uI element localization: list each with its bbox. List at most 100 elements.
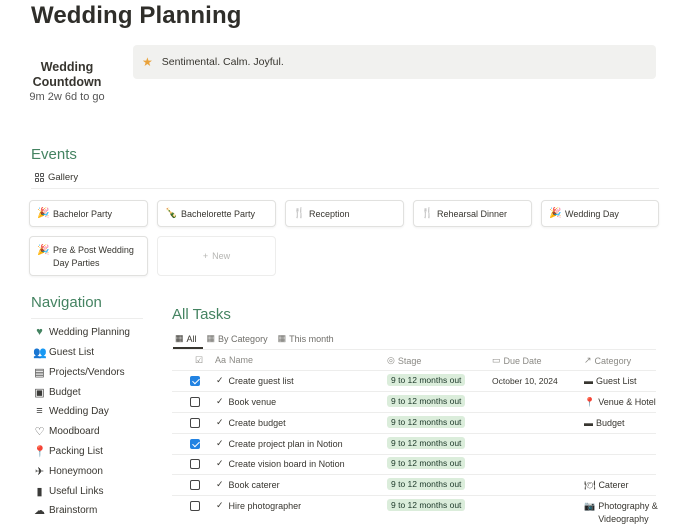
- cloud-icon: ☁: [34, 505, 45, 517]
- card-icon: ▬: [584, 376, 593, 386]
- plane-icon: ✈: [34, 466, 45, 478]
- nav-item-label: Moodboard: [49, 426, 100, 437]
- nav-item-brainstorm[interactable]: ☁ Brainstorm: [33, 504, 97, 517]
- nav-item-label: Honeymoon: [49, 466, 103, 477]
- stage-tag: 9 to 12 months out: [387, 499, 466, 511]
- stage-column-header[interactable]: ◎ Stage: [387, 355, 421, 366]
- event-card-bachelor-party[interactable]: 🎉 Bachelor Party: [29, 200, 148, 227]
- category-cell[interactable]: 📍 Venue & Hotel: [584, 396, 656, 409]
- event-card-rehearsal-dinner[interactable]: 🍴 Rehearsal Dinner: [413, 200, 532, 227]
- nav-item-label: Projects/Vendors: [49, 367, 125, 378]
- task-checkbox[interactable]: [190, 459, 200, 469]
- nav-item-useful-links[interactable]: ▮ Useful Links: [33, 485, 103, 498]
- tab-all[interactable]: ▦ All: [175, 333, 197, 344]
- stage-tag: 9 to 12 months out: [387, 374, 466, 386]
- category-cell[interactable]: ▬ Guest List: [584, 375, 637, 388]
- nav-item-packing-list[interactable]: 📍 Packing List: [33, 445, 103, 458]
- gallery-view-tab[interactable]: Gallery: [35, 172, 78, 183]
- checkbox-column-header[interactable]: ☑: [195, 355, 206, 366]
- category-column-header[interactable]: ↗ Category: [584, 355, 631, 366]
- checkmark-icon: ✓: [216, 500, 224, 510]
- tab-label: By Category: [218, 333, 268, 344]
- status-icon: ◎: [387, 355, 395, 365]
- event-card-label: Bachelorette Party: [181, 208, 256, 219]
- task-name[interactable]: ✓ Create project plan in Notion: [216, 438, 343, 449]
- page-title: Wedding Planning: [31, 2, 242, 29]
- event-card-wedding-day[interactable]: 🎉 Wedding Day: [541, 200, 659, 227]
- task-name-label: Create guest list: [228, 375, 294, 386]
- fork-knife-icon: 🍴: [421, 208, 434, 219]
- task-name-label: Book caterer: [228, 479, 280, 490]
- checkmark-icon: ✓: [216, 375, 224, 385]
- category-cell[interactable]: 📷 Photography & Videography: [584, 500, 660, 524]
- task-name[interactable]: ✓ Book caterer: [216, 479, 280, 490]
- table-icon: ▦: [206, 333, 216, 343]
- event-card-bachelorette-party[interactable]: 🍾 Bachelorette Party: [157, 200, 276, 227]
- gallery-icon: [35, 173, 44, 182]
- tab-this-month[interactable]: ▦ This month: [278, 333, 334, 344]
- row-divider: [172, 495, 656, 496]
- table-icon: ▦: [277, 333, 287, 343]
- document-icon: ▤: [34, 367, 45, 379]
- category-cell[interactable]: ▬ Budget: [584, 417, 625, 430]
- category-label: Photography & Videography: [598, 501, 658, 524]
- task-checkbox[interactable]: [190, 480, 200, 490]
- task-name[interactable]: ✓ Create budget: [216, 417, 286, 428]
- callout: ★ Sentimental. Calm. Joyful.: [133, 45, 656, 79]
- task-checkbox[interactable]: [190, 439, 200, 449]
- name-column-header[interactable]: Aa Name: [215, 355, 253, 365]
- task-checkbox[interactable]: [190, 397, 200, 407]
- row-divider: [172, 391, 656, 392]
- money-icon: ▣: [34, 387, 45, 399]
- nav-item-honeymoon[interactable]: ✈ Honeymoon: [33, 465, 103, 478]
- task-name-label: Create vision board in Notion: [228, 458, 345, 469]
- task-checkbox[interactable]: [190, 376, 200, 386]
- task-name[interactable]: ✓ Hire photographer: [216, 500, 301, 511]
- task-name-label: Create project plan in Notion: [228, 438, 343, 449]
- category-column-label: Category: [594, 355, 632, 366]
- name-column-label: Name: [229, 355, 254, 365]
- nav-item-wedding-planning[interactable]: ♥ Wedding Planning: [33, 326, 130, 338]
- callout-text: Sentimental. Calm. Joyful.: [161, 56, 284, 68]
- nav-item-projects-vendors[interactable]: ▤ Projects/Vendors: [33, 366, 125, 379]
- row-divider: [172, 474, 656, 475]
- due-date-column-header[interactable]: ▭ Due Date: [492, 355, 542, 366]
- header-divider: [172, 370, 656, 371]
- new-event-button[interactable]: + New: [157, 236, 276, 276]
- party-popper-icon: 🎉: [549, 208, 562, 219]
- category-label: Caterer: [598, 480, 629, 490]
- all-tasks-heading: All Tasks: [172, 306, 231, 323]
- checkmark-icon: ✓: [216, 417, 224, 427]
- nav-item-wedding-day[interactable]: ≡ Wedding Day: [33, 405, 109, 417]
- gallery-tab-label: Gallery: [48, 172, 79, 183]
- tab-by-category[interactable]: ▦ By Category: [207, 333, 268, 344]
- nav-item-guest-list[interactable]: 👥 Guest List: [33, 346, 94, 359]
- table-icon: ▦: [175, 333, 184, 343]
- event-card-reception[interactable]: 🍴 Reception: [285, 200, 404, 227]
- task-name[interactable]: ✓ Book venue: [216, 396, 276, 407]
- category-label: Budget: [596, 418, 625, 428]
- stage-tag: 9 to 12 months out: [387, 395, 466, 407]
- stairs-icon: ≡: [36, 405, 43, 417]
- task-name-label: Book venue: [228, 396, 277, 407]
- category-cell[interactable]: 🍽 Caterer: [584, 479, 628, 492]
- countdown-value: 9m 2w 6d to go: [29, 91, 105, 103]
- event-card-label: Bachelor Party: [53, 208, 113, 219]
- task-checkbox[interactable]: [190, 418, 200, 428]
- event-card-label: Rehearsal Dinner: [437, 208, 508, 219]
- checkbox-column-icon: ☑: [195, 355, 204, 365]
- party-popper-icon: 🎉: [37, 245, 50, 256]
- stage-tag: 9 to 12 months out: [387, 416, 466, 428]
- task-name[interactable]: ✓ Create vision board in Notion: [216, 458, 345, 469]
- navigation-divider: [31, 318, 143, 319]
- plus-icon: +: [202, 251, 209, 261]
- task-name-label: Hire photographer: [228, 500, 302, 511]
- event-card-pre-post-wedding[interactable]: 🎉 Pre & Post Wedding Day Parties: [29, 236, 148, 276]
- task-name[interactable]: ✓ Create guest list: [216, 375, 294, 386]
- due-date: October 10, 2024: [492, 376, 558, 386]
- checkmark-icon: ✓: [216, 479, 224, 489]
- fork-knife-icon: 🍴: [293, 208, 306, 219]
- nav-item-moodboard[interactable]: ♡ Moodboard: [33, 425, 100, 438]
- task-checkbox[interactable]: [190, 501, 200, 511]
- nav-item-budget[interactable]: ▣ Budget: [33, 386, 80, 399]
